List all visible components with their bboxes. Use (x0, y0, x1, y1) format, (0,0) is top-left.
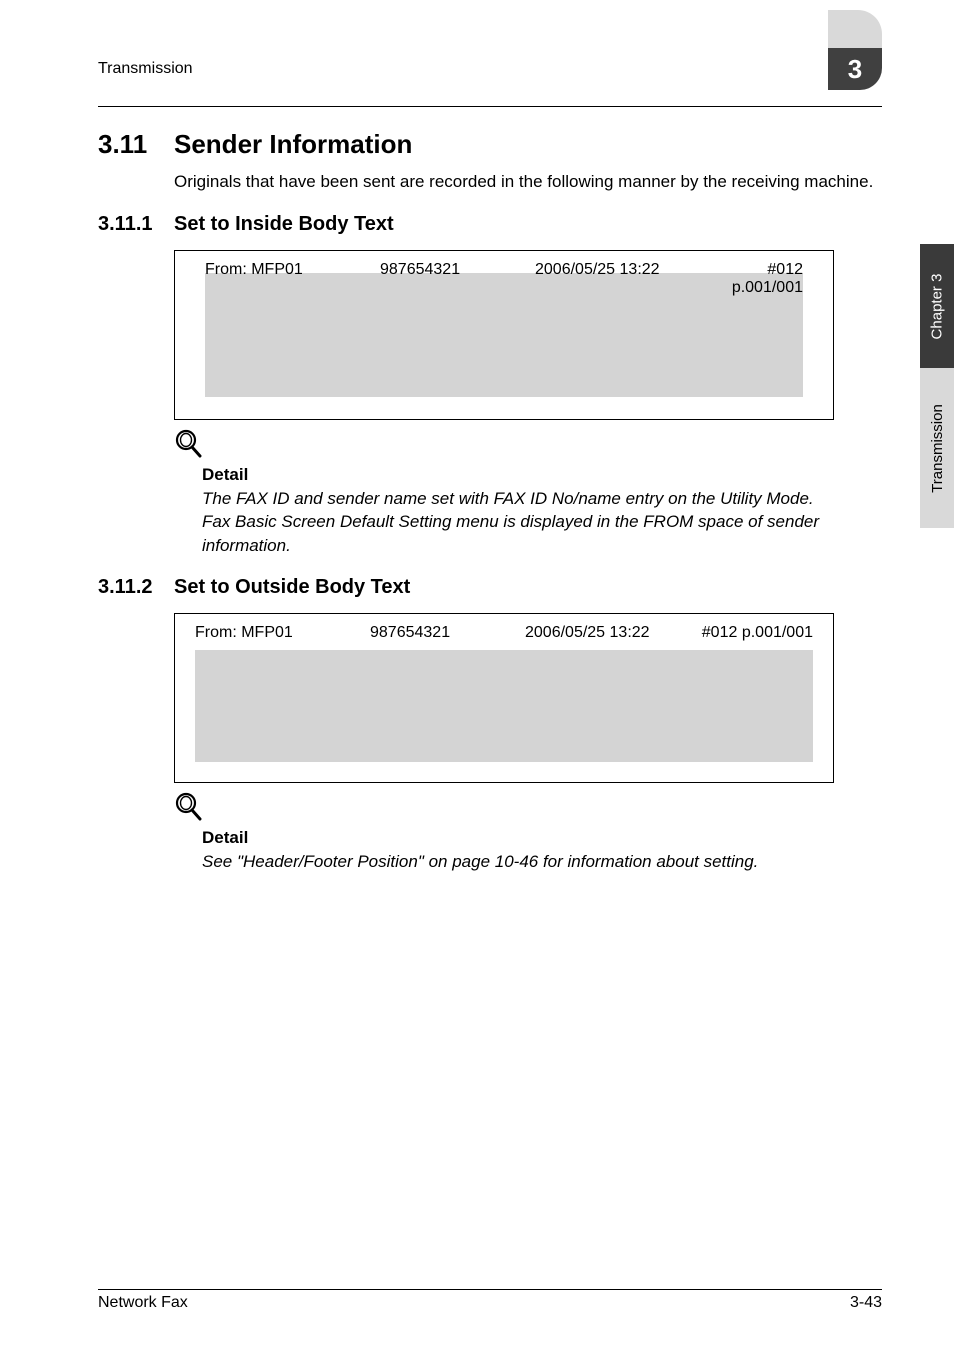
section-intro: Originals that have been sent are record… (174, 170, 882, 195)
subsection1-title: Set to Inside Body Text (174, 213, 394, 236)
running-head-text: Transmission (98, 60, 193, 78)
fax-from: From: MFP01 (205, 261, 380, 297)
fax-from-2: From: MFP01 (195, 624, 370, 642)
detail-label-1: Detail (202, 465, 882, 485)
fax-id-2: 987654321 (370, 624, 525, 642)
section-title: Sender Information (174, 129, 412, 160)
subsection1-number: 3.11.1 (98, 213, 160, 236)
detail-text-1: The FAX ID and sender name set with FAX … (202, 487, 842, 558)
side-tab-chapter: Chapter 3 (929, 273, 946, 339)
fax-page: #012 p.001/001 (710, 261, 803, 297)
footer-rule (98, 1289, 882, 1290)
subsection2-title: Set to Outside Body Text (174, 576, 410, 599)
fax-header-inside: From: MFP01 987654321 2006/05/25 13:22 #… (205, 261, 803, 297)
side-chapter-tab: Chapter 3 Transmission (920, 244, 954, 528)
footer-left: Network Fax (98, 1294, 188, 1312)
fax-datetime: 2006/05/25 13:22 (535, 261, 710, 297)
fax-preview-inside: From: MFP01 987654321 2006/05/25 13:22 #… (174, 250, 834, 420)
fax-datetime-2: 2006/05/25 13:22 (525, 624, 700, 642)
detail-label-2: Detail (202, 828, 882, 848)
header-rule (98, 106, 882, 107)
chapter-corner-tab: 3 (828, 48, 882, 90)
fax-page-2: #012 p.001/001 (700, 624, 813, 642)
side-tab-section: Transmission (929, 404, 946, 493)
fax-header-outside: From: MFP01 987654321 2006/05/25 13:22 #… (195, 624, 813, 642)
detail-text-2: See "Header/Footer Position" on page 10-… (202, 850, 842, 874)
footer-right: 3-43 (850, 1294, 882, 1312)
fax-id: 987654321 (380, 261, 535, 297)
section-number: 3.11 (98, 129, 156, 160)
subsection2-number: 3.11.2 (98, 576, 160, 599)
chapter-number: 3 (848, 54, 862, 85)
fax-body-area-2 (195, 650, 813, 762)
magnifier-icon (174, 791, 204, 821)
magnifier-icon (174, 428, 204, 458)
fax-preview-outside: From: MFP01 987654321 2006/05/25 13:22 #… (174, 613, 834, 783)
